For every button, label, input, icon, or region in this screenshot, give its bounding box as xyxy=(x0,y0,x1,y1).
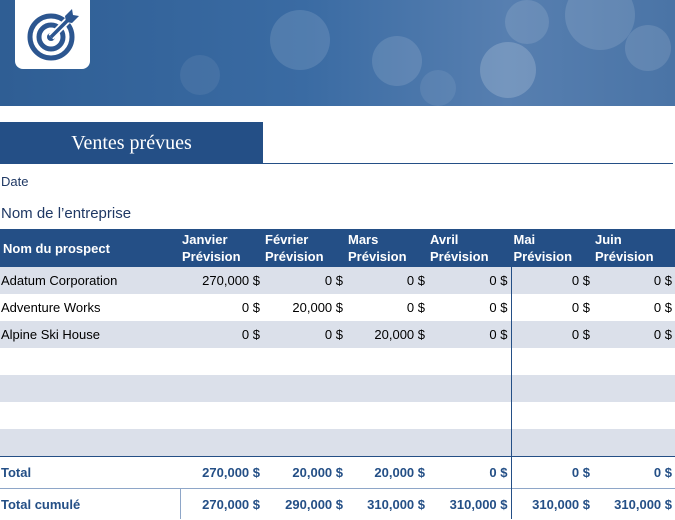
cumulative-total-row: Total cumulé 270,000 $ 290,000 $ 310,000… xyxy=(0,488,675,519)
total-label[interactable]: Total xyxy=(0,456,180,489)
forecast-cell[interactable] xyxy=(180,375,263,402)
table-row xyxy=(0,348,675,375)
forecast-cell[interactable]: 20,000 $ xyxy=(263,294,346,321)
month-header-may: Mai Prévision xyxy=(510,229,593,267)
table-row xyxy=(0,375,675,402)
forecast-cell[interactable] xyxy=(593,429,675,457)
forecast-cell[interactable]: 0 $ xyxy=(180,321,263,348)
bokeh-light xyxy=(625,25,671,71)
forecast-cell[interactable] xyxy=(346,402,428,429)
forecast-cell[interactable]: 0 $ xyxy=(428,267,511,294)
forecast-cell[interactable]: 0 $ xyxy=(510,294,593,321)
table-header-row: Nom du prospect Janvier Prévision Février… xyxy=(0,229,675,267)
cumulative-total-cell[interactable]: 290,000 $ xyxy=(263,488,346,519)
prospect-name-cell[interactable]: Adatum Corporation xyxy=(0,267,180,294)
table-row xyxy=(0,429,675,457)
prospect-name-header: Nom du prospect xyxy=(0,229,180,267)
forecast-cell[interactable]: 0 $ xyxy=(510,267,593,294)
prospect-name-cell[interactable] xyxy=(0,429,180,457)
cumulative-total-cell[interactable]: 310,000 $ xyxy=(428,488,511,519)
month-header-march: Mars Prévision xyxy=(346,229,428,267)
forecast-cell[interactable] xyxy=(510,375,593,402)
total-cell[interactable]: 20,000 $ xyxy=(263,456,346,489)
total-cell[interactable]: 0 $ xyxy=(593,456,675,489)
bokeh-light xyxy=(270,10,330,70)
forecast-cell[interactable] xyxy=(428,348,511,375)
total-cell[interactable]: 20,000 $ xyxy=(346,456,428,489)
prospect-name-cell[interactable] xyxy=(0,348,180,375)
forecast-cell[interactable]: 0 $ xyxy=(593,321,675,348)
table-row: Alpine Ski House 0 $0 $20,000 $0 $0 $0 $ xyxy=(0,321,675,348)
forecast-cell[interactable] xyxy=(346,375,428,402)
forecast-cell[interactable]: 0 $ xyxy=(593,267,675,294)
forecast-cell[interactable] xyxy=(263,375,346,402)
table-row xyxy=(0,402,675,429)
prospect-name-cell[interactable]: Adventure Works xyxy=(0,294,180,321)
total-cell[interactable]: 0 $ xyxy=(428,456,511,489)
forecast-cell[interactable]: 20,000 $ xyxy=(346,321,428,348)
forecast-cell[interactable] xyxy=(593,375,675,402)
forecast-cell[interactable] xyxy=(428,429,511,457)
bokeh-light xyxy=(372,36,422,86)
forecast-cell[interactable] xyxy=(346,348,428,375)
cumulative-total-label[interactable]: Total cumulé xyxy=(0,488,180,519)
cumulative-total-cell[interactable]: 270,000 $ xyxy=(179,488,263,519)
month-header-april: Avril Prévision xyxy=(428,229,511,267)
prospect-name-cell[interactable]: Alpine Ski House xyxy=(0,321,180,348)
sheet-title: Ventes prévues xyxy=(0,122,263,164)
cumulative-total-cell[interactable]: 310,000 $ xyxy=(593,488,675,519)
company-name-label: Nom de l’entreprise xyxy=(1,205,132,222)
forecast-cell[interactable]: 0 $ xyxy=(510,321,593,348)
header-banner xyxy=(0,0,675,106)
forecast-table: Nom du prospect Janvier Prévision Février… xyxy=(0,229,675,519)
total-cell[interactable]: 0 $ xyxy=(510,456,593,489)
table-row: Adatum Corporation 270,000 $0 $0 $0 $0 $0… xyxy=(0,267,675,294)
forecast-cell[interactable] xyxy=(593,402,675,429)
prospect-name-cell[interactable] xyxy=(0,402,180,429)
forecast-cell[interactable]: 0 $ xyxy=(346,267,428,294)
total-row: Total 270,000 $ 20,000 $ 20,000 $ 0 $ 0 … xyxy=(0,456,675,489)
prospect-name-cell[interactable] xyxy=(0,375,180,402)
forecast-cell[interactable] xyxy=(263,402,346,429)
forecast-cell[interactable] xyxy=(428,375,511,402)
table-row: Adventure Works 0 $20,000 $0 $0 $0 $0 $ xyxy=(0,294,675,321)
month-header-june: Juin Prévision xyxy=(593,229,675,267)
forecast-cell[interactable]: 0 $ xyxy=(346,294,428,321)
total-cell[interactable]: 270,000 $ xyxy=(180,456,263,489)
cumulative-total-cell[interactable]: 310,000 $ xyxy=(510,488,593,519)
forecast-cell[interactable]: 270,000 $ xyxy=(180,267,263,294)
forecast-cell[interactable] xyxy=(263,429,346,457)
forecast-cell[interactable] xyxy=(346,429,428,457)
month-header-january: Janvier Prévision xyxy=(180,229,263,267)
bokeh-light xyxy=(505,0,549,44)
cumulative-total-cell[interactable]: 310,000 $ xyxy=(346,488,428,519)
forecast-cell[interactable]: 0 $ xyxy=(263,267,346,294)
forecast-cell[interactable] xyxy=(510,348,593,375)
forecast-cell[interactable] xyxy=(510,402,593,429)
forecast-cell[interactable]: 0 $ xyxy=(180,294,263,321)
bokeh-light xyxy=(420,70,456,106)
forecast-cell[interactable] xyxy=(180,348,263,375)
forecast-cell[interactable] xyxy=(180,429,263,457)
forecast-cell[interactable] xyxy=(180,402,263,429)
forecast-cell[interactable] xyxy=(593,348,675,375)
month-header-february: Février Prévision xyxy=(263,229,346,267)
forecast-cell[interactable]: 0 $ xyxy=(593,294,675,321)
bokeh-light xyxy=(180,55,220,95)
target-icon xyxy=(27,8,79,60)
title-underline xyxy=(263,163,673,164)
forecast-cell[interactable] xyxy=(263,348,346,375)
forecast-cell[interactable]: 0 $ xyxy=(263,321,346,348)
bokeh-light xyxy=(480,42,536,98)
forecast-cell[interactable]: 0 $ xyxy=(428,294,511,321)
forecast-cell[interactable] xyxy=(510,429,593,457)
forecast-cell[interactable] xyxy=(428,402,511,429)
forecast-cell[interactable]: 0 $ xyxy=(428,321,511,348)
date-label: Date xyxy=(1,174,29,189)
logo xyxy=(15,0,90,69)
